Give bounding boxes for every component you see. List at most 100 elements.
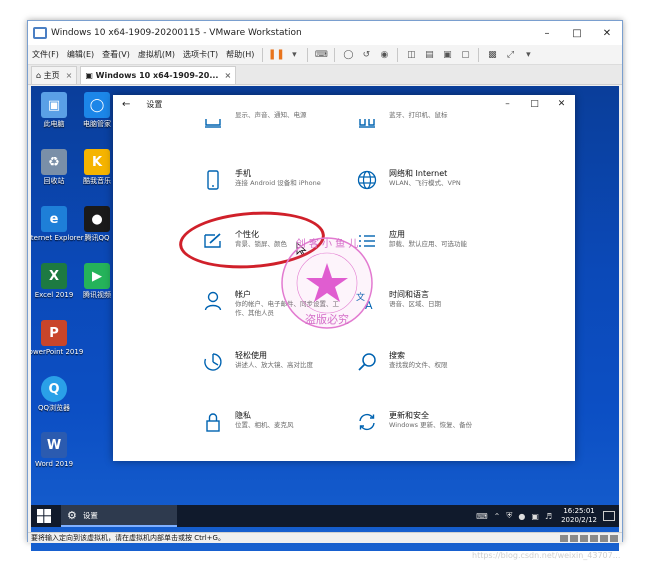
- desktop-icon-qq-browser[interactable]: Q QQ浏览器: [35, 376, 73, 413]
- notification-icon[interactable]: [603, 511, 615, 521]
- pause-icon[interactable]: ❚❚: [268, 48, 285, 62]
- taskbar: ⚙ 设置 ⌨ ⌃ ⛨ ● ▣ ♬ 16:25:01 2020/2/12: [31, 505, 619, 527]
- category-desc: 查找我的文件、权限: [389, 361, 448, 369]
- category-name: 时间和语言: [389, 290, 429, 299]
- start-button[interactable]: [31, 505, 57, 527]
- category-system[interactable]: 显示、声音、通知、电源: [201, 111, 341, 135]
- desktop-icon-label: 此电脑: [43, 120, 65, 128]
- gear-icon: ⚙: [67, 508, 77, 522]
- desktop-icon-label: Word 2019: [34, 460, 74, 468]
- unity-icon[interactable]: ▢: [457, 48, 473, 62]
- settings-minimize-button[interactable]: –: [494, 95, 521, 113]
- sound-icon[interactable]: [600, 535, 608, 542]
- watermark-seal: 创 客 小 鱼 儿 盗版必究: [281, 237, 373, 329]
- desktop-icon-label: Internet Explorer: [31, 234, 84, 242]
- clock[interactable]: 16:25:01 2020/2/12: [561, 507, 597, 525]
- menu-view[interactable]: 查看(V): [98, 49, 134, 60]
- desktop-icon-kuwo[interactable]: K 酷我音乐: [78, 149, 116, 186]
- category-desc: Windows 更新、恢复、备份: [389, 421, 473, 429]
- dropdown-arrow-icon[interactable]: ▾: [286, 48, 302, 62]
- svg-text:盗版必究: 盗版必究: [305, 312, 349, 326]
- category-network[interactable]: 网络和 Internet WLAN、飞行模式、VPN: [355, 168, 495, 192]
- hdd-icon[interactable]: [560, 535, 568, 542]
- vmware-logo-icon: [33, 27, 47, 39]
- console-icon[interactable]: ▩: [484, 48, 500, 62]
- qq-browser-icon: Q: [41, 376, 67, 402]
- pc-manager-icon: ◯: [84, 92, 110, 118]
- cd-icon[interactable]: [570, 535, 578, 542]
- desktop-icon-tencent-video[interactable]: ▶ 腾讯视频: [78, 263, 116, 300]
- fullscreen-icon[interactable]: ▣: [439, 48, 455, 62]
- desktop-icon-powerpoint[interactable]: P PowerPoint 2019: [31, 320, 83, 357]
- desktop-icon-word[interactable]: W Word 2019: [35, 432, 73, 469]
- desktop-icon-recycle-bin[interactable]: ♻ 回收站: [35, 149, 73, 186]
- recycle-bin-icon: ♻: [41, 149, 67, 175]
- tab-home[interactable]: ⌂ 主页 ×: [31, 66, 78, 84]
- menubar: 文件(F) 编辑(E) 查看(V) 虚拟机(M) 选项卡(T) 帮助(H) ❚❚…: [28, 45, 622, 65]
- taskbar-app-settings[interactable]: ⚙ 设置: [61, 505, 177, 527]
- send-ctrl-alt-del-icon[interactable]: ⌨: [313, 48, 329, 62]
- menu-tabs[interactable]: 选项卡(T): [179, 49, 222, 60]
- settings-maximize-button[interactable]: □: [521, 95, 548, 113]
- vm-tab-icon: ▣: [85, 71, 96, 80]
- security-icon[interactable]: ⛨: [506, 511, 512, 521]
- category-update-security[interactable]: 更新和安全 Windows 更新、恢复、备份: [355, 410, 495, 434]
- svg-text:创 客 小 鱼 儿: 创 客 小 鱼 儿: [296, 237, 359, 250]
- menu-help[interactable]: 帮助(H): [222, 49, 258, 60]
- menu-edit[interactable]: 编辑(E): [63, 49, 98, 60]
- search-icon: [355, 350, 379, 374]
- revert-snapshot-icon[interactable]: ↺: [358, 48, 374, 62]
- menu-file[interactable]: 文件(F): [28, 49, 63, 60]
- thumbnail-icon[interactable]: ▤: [421, 48, 437, 62]
- desktop-icon-label: 酷我音乐: [83, 177, 111, 185]
- minimize-button[interactable]: –: [532, 21, 562, 45]
- menu-vm[interactable]: 虚拟机(M): [134, 49, 179, 60]
- category-name: 搜索: [389, 351, 405, 360]
- maximize-button[interactable]: □: [562, 21, 592, 45]
- desktop-icon-pc-manager[interactable]: ◯ 电脑管家: [78, 92, 116, 129]
- windows-logo-icon: [37, 509, 51, 523]
- lock-icon: [201, 410, 225, 434]
- desktop-icon-this-pc[interactable]: ▣ 此电脑: [35, 92, 73, 129]
- system-icon: [201, 111, 225, 135]
- category-desc: 位置、相机、麦克风: [235, 421, 294, 429]
- category-desc: 显示、声音、通知、电源: [235, 111, 307, 119]
- desktop-icon-label: 电脑管家: [83, 120, 111, 128]
- qq-tray-icon[interactable]: ●: [518, 512, 525, 521]
- category-search[interactable]: 搜索 查找我的文件、权限: [355, 350, 495, 374]
- network-icon[interactable]: ▣: [531, 512, 539, 521]
- settings-close-button[interactable]: ✕: [548, 95, 575, 113]
- account-icon: [201, 289, 225, 313]
- devices-icon: [355, 111, 379, 135]
- globe-icon: [355, 168, 379, 192]
- desktop-icon-ie[interactable]: e Internet Explorer: [31, 206, 84, 243]
- stretch-icon[interactable]: ⤢: [502, 48, 518, 62]
- category-phone[interactable]: 手机 连接 Android 设备和 iPhone: [201, 168, 341, 192]
- ie-icon: e: [41, 206, 67, 232]
- snapshot-manager-icon[interactable]: ◉: [376, 48, 392, 62]
- snapshot-icon[interactable]: ◯: [340, 48, 356, 62]
- keyboard-icon[interactable]: ⌨: [476, 512, 488, 521]
- category-desc: 讲述人、放大镜、高对比度: [235, 361, 313, 369]
- library-icon[interactable]: ◫: [403, 48, 419, 62]
- chevron-up-icon[interactable]: ⌃: [494, 512, 501, 521]
- stretch-dropdown-icon[interactable]: ▾: [520, 48, 536, 62]
- desktop-icon-excel[interactable]: X Excel 2019: [35, 263, 73, 300]
- usb-icon[interactable]: [590, 535, 598, 542]
- tab-vm[interactable]: ▣ Windows 10 x64-1909-20... ×: [80, 66, 237, 84]
- network-adapter-icon[interactable]: [580, 535, 588, 542]
- close-button[interactable]: ✕: [592, 21, 622, 45]
- tab-close-icon[interactable]: ×: [66, 71, 73, 80]
- category-desc: 连接 Android 设备和 iPhone: [235, 179, 321, 187]
- category-ease-of-access[interactable]: 轻松使用 讲述人、放大镜、高对比度: [201, 350, 341, 374]
- back-arrow-icon[interactable]: ←: [122, 99, 130, 110]
- category-privacy[interactable]: 隐私 位置、相机、麦克风: [201, 410, 341, 434]
- desktop-icon-qq[interactable]: ● 腾讯QQ: [78, 206, 116, 243]
- volume-icon[interactable]: ♬: [545, 512, 552, 521]
- display-icon[interactable]: [610, 535, 618, 542]
- category-name: 隐私: [235, 411, 251, 420]
- tab-close-icon[interactable]: ×: [224, 71, 231, 80]
- qq-icon: ●: [84, 206, 110, 232]
- category-devices[interactable]: 蓝牙、打印机、鼠标: [355, 111, 495, 135]
- category-desc: 语音、区域、日期: [389, 300, 441, 308]
